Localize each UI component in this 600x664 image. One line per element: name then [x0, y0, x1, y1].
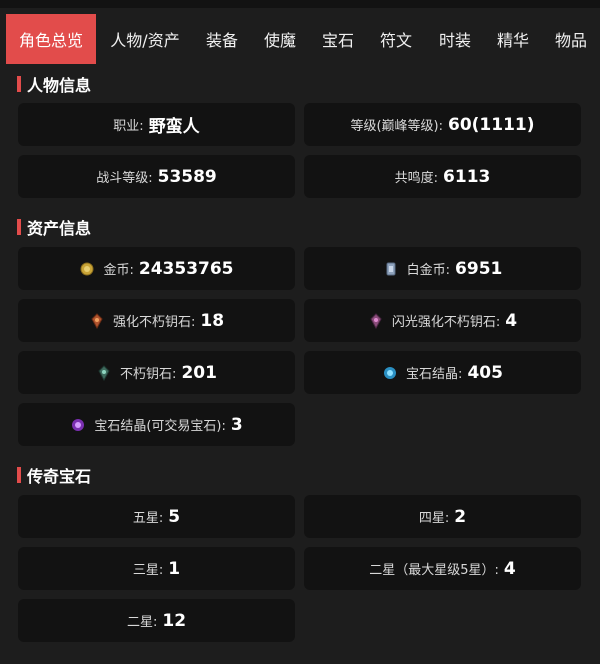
gold-label: 金币:	[103, 263, 134, 278]
section-assets-title: 资产信息	[17, 217, 92, 238]
platinum-value: 6951	[455, 258, 503, 279]
two-star-max-label: 二星（最大星级5星）:	[369, 563, 499, 578]
top-strip	[0, 0, 600, 8]
tab-items[interactable]: 物品	[542, 14, 600, 64]
gem-crystal-value: 405	[467, 362, 503, 383]
four-star-value: 2	[454, 506, 467, 527]
platinum-coin-icon	[386, 262, 396, 275]
gold-coin-icon	[80, 262, 94, 275]
class-label: 职业:	[113, 119, 144, 134]
section-character-title: 人物信息	[17, 74, 92, 95]
combat-label: 战斗等级:	[96, 171, 153, 186]
level-card: 等级(巅峰等级): 60(1111)	[304, 103, 581, 146]
shiny-enhance-key-card: 闪光强化不朽钥石: 4	[304, 299, 581, 342]
tab-equipment[interactable]: 装备	[194, 14, 250, 64]
enhance-key-icon	[91, 312, 103, 329]
combat-value: 53589	[157, 166, 217, 187]
three-star-label: 三星:	[132, 563, 164, 578]
class-card: 职业: 野蛮人	[18, 103, 295, 146]
gold-value: 24353765	[138, 258, 234, 279]
shiny-enhance-key-icon	[370, 312, 382, 329]
section-legendary-title: 传奇宝石	[17, 465, 92, 486]
section-accent-bar	[17, 219, 21, 235]
section-accent-bar	[17, 467, 21, 483]
tradable-gem-crystal-card: 宝石结晶(可交易宝石): 3	[18, 403, 295, 446]
enhance-key-card: 强化不朽钥石: 18	[18, 299, 295, 342]
two-star-value: 12	[162, 610, 187, 631]
tab-cosmetics[interactable]: 时装	[426, 14, 484, 64]
immortal-key-value: 201	[181, 362, 217, 383]
section-legendary-label: 传奇宝石	[27, 467, 92, 486]
section-assets-label: 资产信息	[27, 219, 92, 238]
platinum-label: 白金币:	[406, 263, 451, 278]
tradable-gem-crystal-value: 3	[230, 414, 243, 435]
two-star-card: 二星: 12	[18, 599, 295, 642]
five-star-label: 五星:	[132, 511, 164, 526]
immortal-key-label: 不朽钥石:	[120, 367, 177, 382]
shiny-enhance-key-value: 4	[505, 310, 518, 331]
four-star-label: 四星:	[418, 511, 450, 526]
resonance-card: 共鸣度: 6113	[304, 155, 581, 198]
tab-overview[interactable]: 角色总览	[6, 14, 96, 64]
gem-crystal-card: 宝石结晶: 405	[304, 351, 581, 394]
resonance-label: 共鸣度:	[394, 171, 439, 186]
five-star-card: 五星: 5	[18, 495, 295, 538]
tradable-gem-crystal-label: 宝石结晶(可交易宝石):	[94, 419, 226, 434]
tab-essence[interactable]: 精华	[484, 14, 542, 64]
tradable-gem-crystal-icon	[72, 418, 85, 431]
four-star-card: 四星: 2	[304, 495, 581, 538]
five-star-value: 5	[168, 506, 181, 527]
three-star-card: 三星: 1	[18, 547, 295, 590]
gem-crystal-icon	[384, 366, 397, 379]
level-value: 60(1111)	[448, 114, 535, 135]
gem-crystal-label: 宝石结晶:	[406, 367, 463, 382]
platinum-card: 白金币: 6951	[304, 247, 581, 290]
resonance-value: 6113	[443, 166, 491, 187]
two-star-label: 二星:	[126, 615, 158, 630]
two-star-max-card: 二星（最大星级5星）: 4	[304, 547, 581, 590]
level-label: 等级(巅峰等级):	[350, 119, 443, 134]
enhance-key-value: 18	[200, 310, 225, 331]
tab-runes[interactable]: 符文	[366, 14, 426, 64]
tab-bar: 角色总览 人物/资产 装备 使魔 宝石 符文 时装 精华 物品	[6, 14, 600, 64]
section-character-label: 人物信息	[27, 76, 92, 95]
section-accent-bar	[17, 76, 21, 92]
tab-familiar[interactable]: 使魔	[250, 14, 310, 64]
gold-card: 金币: 24353765	[18, 247, 295, 290]
class-value: 野蛮人	[148, 117, 200, 137]
tab-gems[interactable]: 宝石	[310, 14, 366, 64]
shiny-enhance-key-label: 闪光强化不朽钥石:	[391, 315, 501, 330]
two-star-max-value: 4	[503, 558, 516, 579]
three-star-value: 1	[168, 558, 181, 579]
enhance-key-label: 强化不朽钥石:	[112, 315, 196, 330]
immortal-key-icon	[98, 364, 110, 381]
immortal-key-card: 不朽钥石: 201	[18, 351, 295, 394]
tab-character-assets[interactable]: 人物/资产	[96, 14, 194, 64]
combat-card: 战斗等级: 53589	[18, 155, 295, 198]
